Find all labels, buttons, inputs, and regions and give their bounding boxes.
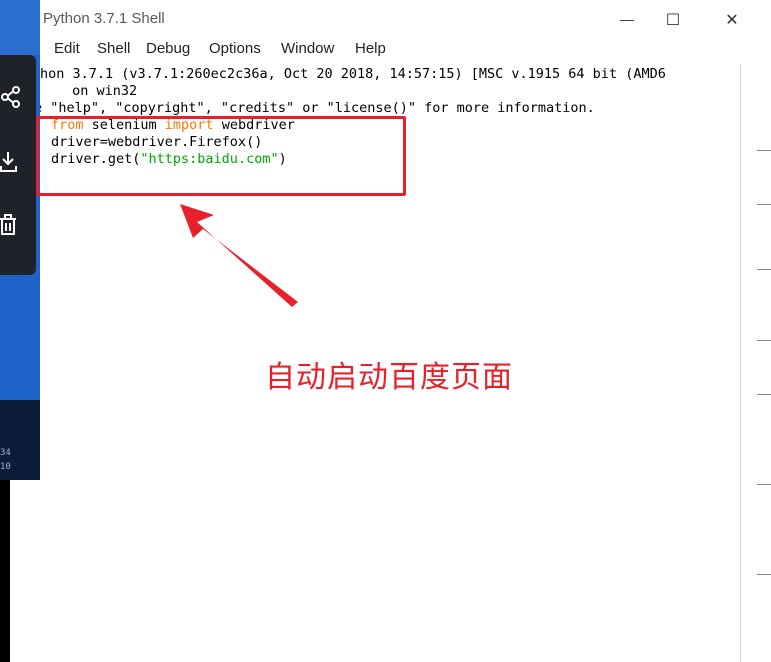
annotation-text: 自动启动百度页面 <box>265 360 513 395</box>
annotation-arrow <box>180 204 298 307</box>
arrow-icon <box>180 204 298 307</box>
